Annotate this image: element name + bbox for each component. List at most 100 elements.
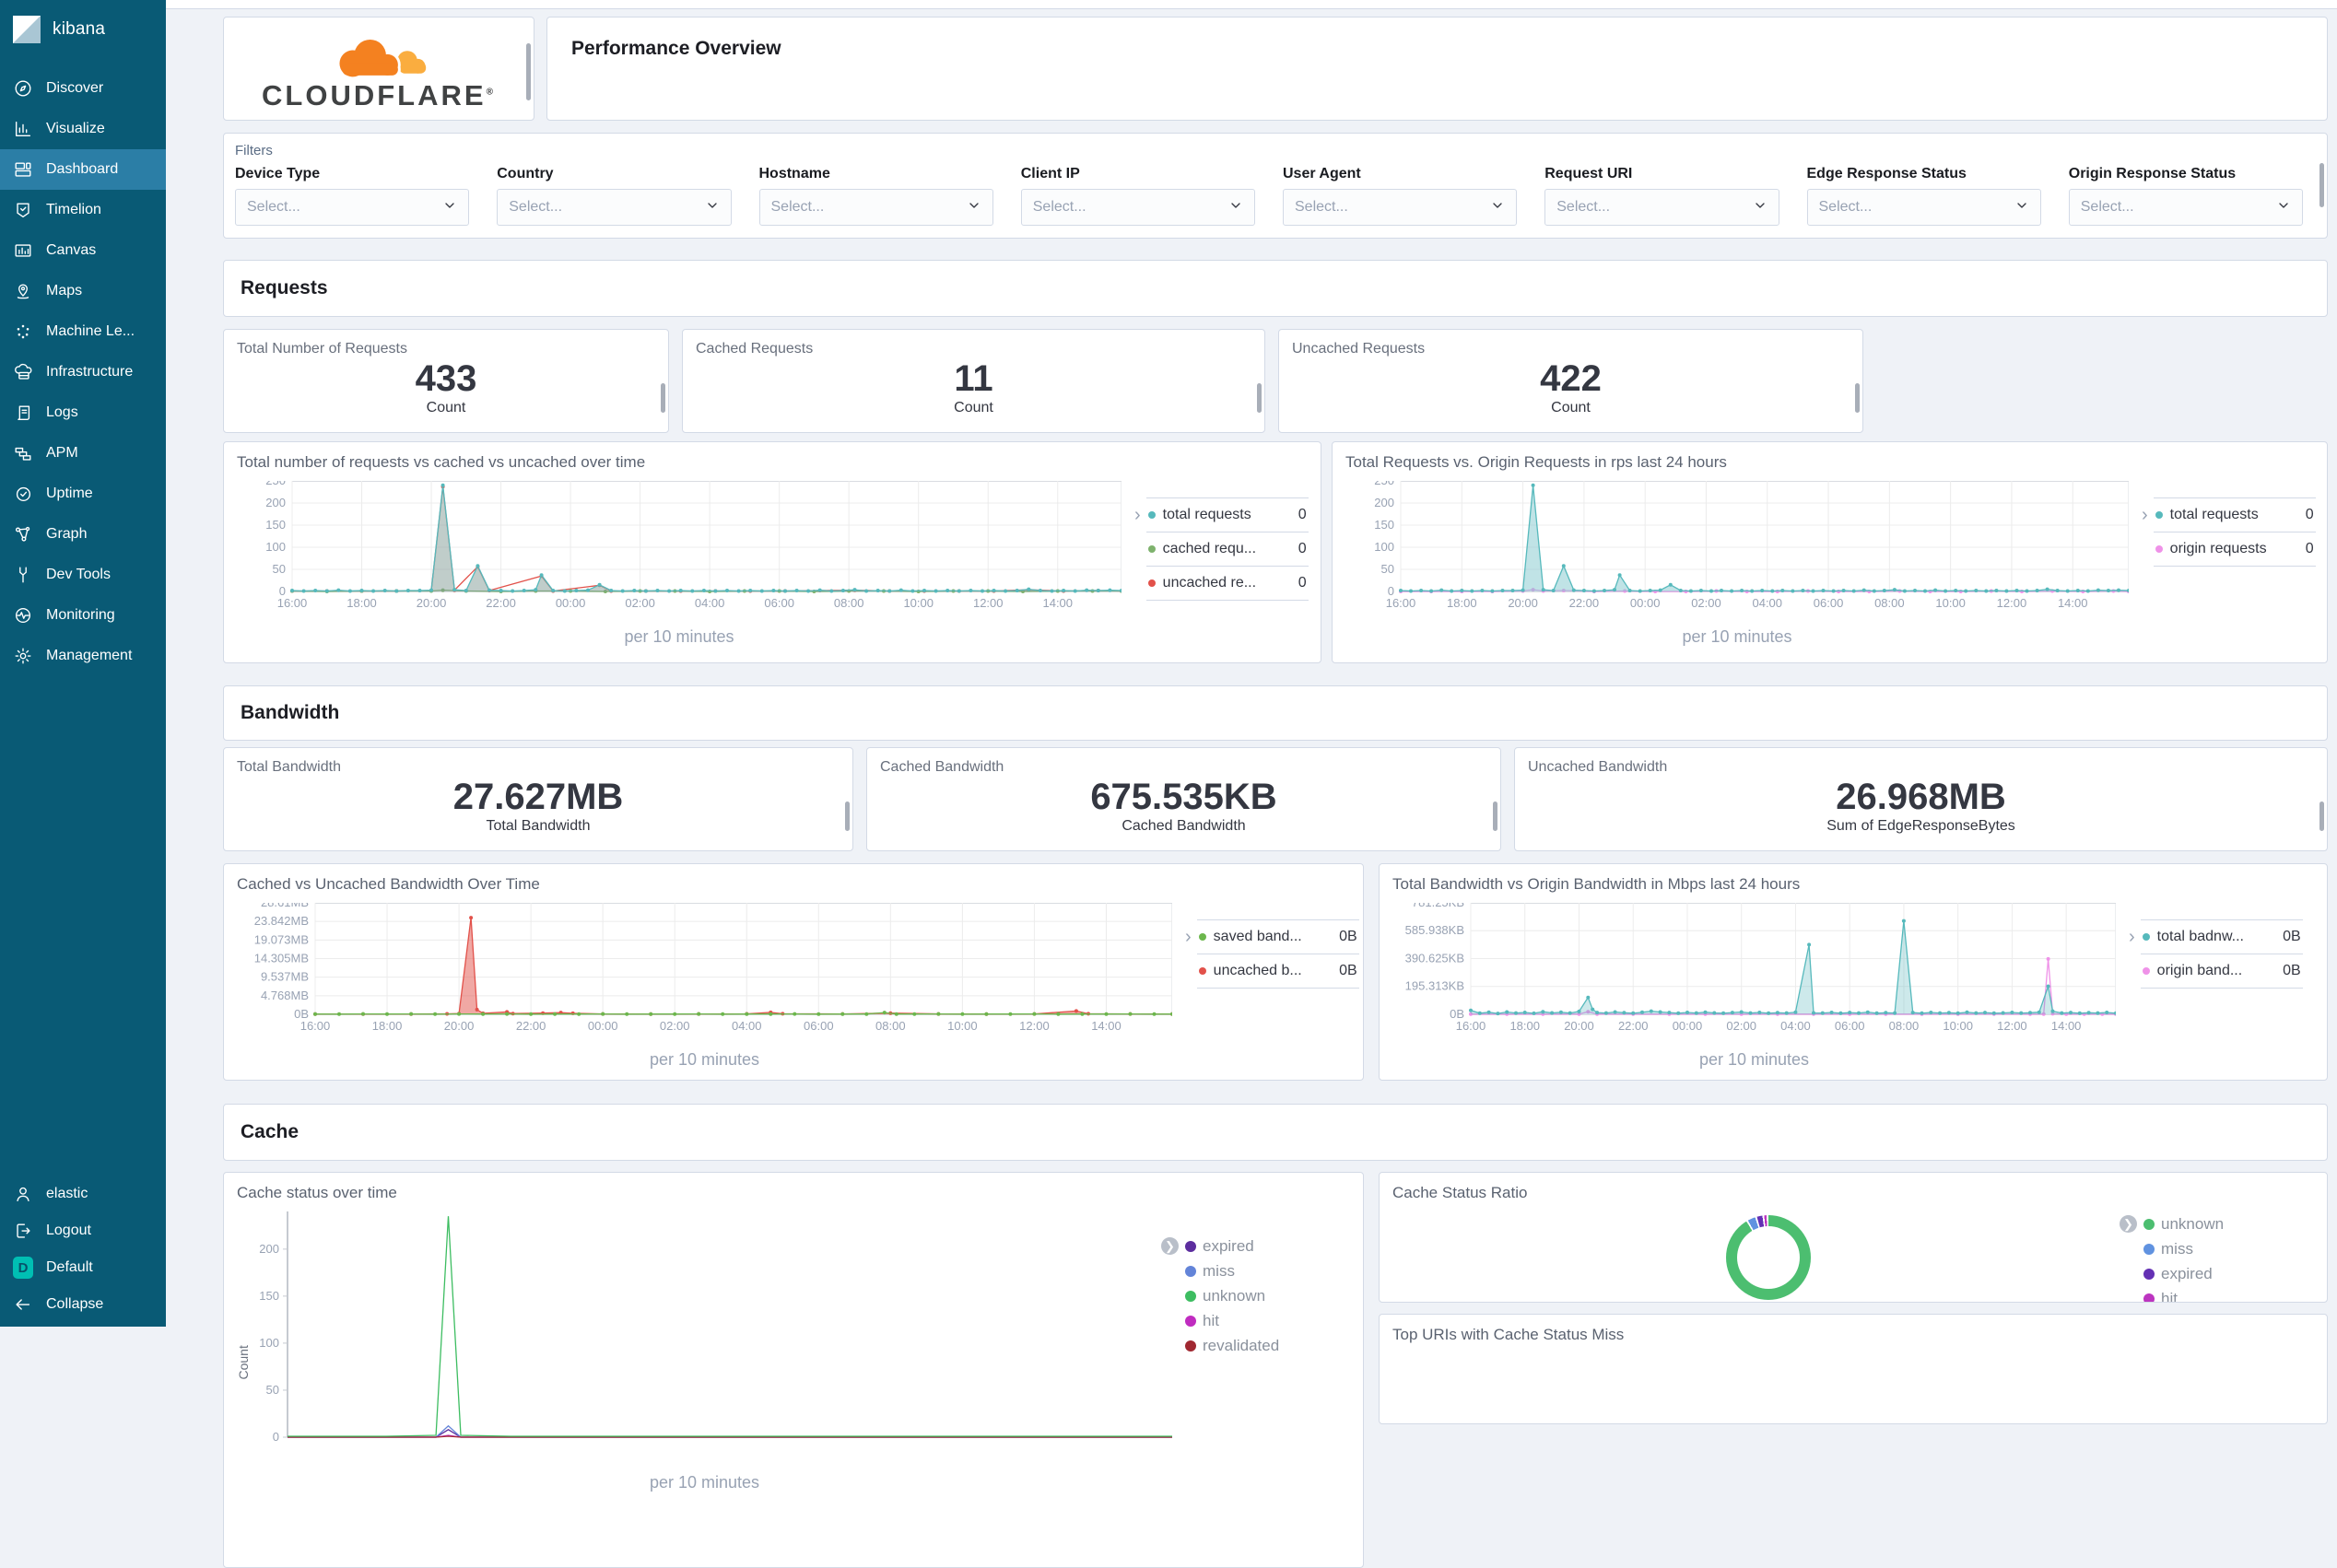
cache-status-donut[interactable]: [1726, 1215, 1811, 1300]
legend-label: miss: [2161, 1240, 2314, 1258]
svg-text:195.313KB: 195.313KB: [1405, 979, 1464, 993]
legend-dot: [2143, 1269, 2155, 1280]
svg-text:585.938KB: 585.938KB: [1405, 923, 1464, 937]
svg-text:Count: Count: [237, 1345, 251, 1379]
x-axis-label: per 10 minutes: [1345, 627, 2129, 647]
legend-item-unknown[interactable]: unknown: [2143, 1211, 2314, 1236]
metric-value: 11: [954, 359, 992, 398]
svg-text:0: 0: [273, 1430, 279, 1444]
legend-item-hit[interactable]: hit: [1185, 1308, 1356, 1333]
legend-collapse-icon[interactable]: ›: [2129, 927, 2135, 1070]
sidebar-item-logs[interactable]: Logs: [0, 392, 166, 433]
filter-request-uri: Request URISelect...: [1544, 166, 1791, 226]
metric-total-number-of-requests: Total Number of Requests433Count: [223, 329, 669, 433]
legend-item-miss[interactable]: miss: [2143, 1236, 2314, 1261]
metric-center: 433Count: [237, 354, 655, 421]
sidebar-item-apm[interactable]: APM: [0, 433, 166, 474]
legend-item-uncached-re[interactable]: uncached re...0: [1146, 566, 1309, 601]
sidebar-item-canvas[interactable]: Canvas: [0, 230, 166, 271]
filter-select-client-ip[interactable]: Select...: [1021, 189, 1255, 226]
svg-text:16:00: 16:00: [300, 1019, 331, 1033]
sidebar-footer-item-collapse[interactable]: Collapse: [0, 1286, 166, 1323]
legend-collapse-icon[interactable]: ›: [1185, 927, 1192, 1070]
filter-select-request-uri[interactable]: Select...: [1544, 189, 1779, 226]
svg-text:100: 100: [1374, 540, 1394, 554]
svg-text:22:00: 22:00: [1569, 596, 1600, 610]
legend-item-miss[interactable]: miss: [1185, 1258, 1356, 1283]
sidebar-item-graph[interactable]: Graph: [0, 514, 166, 555]
sidebar-item-dev-tools[interactable]: Dev Tools: [0, 555, 166, 595]
sidebar-item-timelion[interactable]: Timelion: [0, 190, 166, 230]
metric-value: 422: [1540, 359, 1602, 398]
panel-cache-status-over-time: Cache status over time 050100150200Count…: [223, 1172, 1364, 1568]
legend-dot: [2143, 1293, 2155, 1304]
scrollbar[interactable]: [526, 43, 531, 100]
filter-label: User Agent: [1283, 166, 1530, 182]
legend-item-saved-band[interactable]: saved band...0B: [1197, 919, 1359, 954]
svg-text:390.625KB: 390.625KB: [1405, 952, 1464, 965]
sidebar-item-visualize[interactable]: Visualize: [0, 109, 166, 149]
sidebar-footer-item-elastic[interactable]: elastic: [0, 1176, 166, 1212]
legend-item-expired[interactable]: expired: [2143, 1261, 2314, 1286]
legend-item-uncached-b[interactable]: uncached b...0B: [1197, 954, 1359, 989]
scrollbar[interactable]: [845, 802, 850, 831]
sidebar-item-monitoring[interactable]: Monitoring: [0, 595, 166, 636]
scrollbar[interactable]: [2319, 163, 2324, 207]
legend-item-expired[interactable]: expired: [1185, 1234, 1356, 1258]
scrollbar[interactable]: [1855, 383, 1860, 413]
metric-value: 675.535KB: [1090, 778, 1276, 816]
legend-item-hit[interactable]: hit: [2143, 1286, 2314, 1303]
scrollbar[interactable]: [1257, 383, 1262, 413]
svg-text:150: 150: [1374, 518, 1394, 532]
filter-select-country[interactable]: Select...: [497, 189, 731, 226]
legend-item-total-requests[interactable]: total requests0: [1146, 497, 1309, 532]
legend-item-cached-requ[interactable]: cached requ...0: [1146, 532, 1309, 566]
legend-collapse-icon[interactable]: ❯: [2120, 1215, 2137, 1233]
legend-label: unknown: [1203, 1287, 1356, 1305]
kibana-home-link[interactable]: kibana: [0, 0, 166, 59]
legend-collapse-icon[interactable]: ›: [2142, 505, 2148, 647]
chart-legend: ❯expiredmissunknownhitrevalidated: [1185, 1234, 1356, 1492]
filter-select-origin-response-status[interactable]: Select...: [2069, 189, 2303, 226]
sidebar-item-management[interactable]: Management: [0, 636, 166, 676]
filter-country: CountrySelect...: [497, 166, 744, 226]
scrollbar[interactable]: [661, 383, 665, 413]
sidebar-footer-item-logout[interactable]: Logout: [0, 1212, 166, 1249]
scrollbar[interactable]: [1493, 802, 1497, 831]
metric-unit: Count: [954, 400, 993, 416]
svg-text:781.25KB: 781.25KB: [1412, 903, 1464, 909]
svg-text:08:00: 08:00: [875, 1019, 906, 1033]
filter-select-edge-response-status[interactable]: Select...: [1807, 189, 2041, 226]
svg-text:10:00: 10:00: [903, 596, 934, 610]
legend-item-total-requests[interactable]: total requests0: [2154, 497, 2316, 532]
main-area: CLOUDFLARE® Performance Overview Filters…: [166, 0, 2337, 1327]
legend-value: 0B: [1339, 929, 1357, 945]
legend-collapse-icon[interactable]: ❯: [1161, 1237, 1179, 1255]
sidebar-item-maps[interactable]: Maps: [0, 271, 166, 311]
sidebar-item-uptime[interactable]: Uptime: [0, 474, 166, 514]
chart-title: Total Bandwidth vs Origin Bandwidth in M…: [1392, 875, 2314, 894]
legend-collapse-icon[interactable]: ›: [1134, 505, 1141, 647]
svg-text:08:00: 08:00: [1874, 596, 1905, 610]
legend-item-unknown[interactable]: unknown: [1185, 1283, 1356, 1308]
logout-icon: [13, 1221, 33, 1241]
svg-text:0B: 0B: [1450, 1007, 1464, 1021]
legend-item-origin-band[interactable]: origin band...0B: [2141, 954, 2303, 989]
sidebar-footer-item-default[interactable]: DDefault: [0, 1249, 166, 1286]
legend-item-origin-requests[interactable]: origin requests0: [2154, 532, 2316, 567]
sidebar-item-dashboard[interactable]: Dashboard: [0, 149, 166, 190]
svg-text:16:00: 16:00: [1386, 596, 1416, 610]
sidebar-item-infrastructure[interactable]: Infrastructure: [0, 352, 166, 392]
legend-item-revalidated[interactable]: revalidated: [1185, 1333, 1356, 1358]
sidebar-item-label: Discover: [46, 80, 103, 97]
legend-item-total-badnw[interactable]: total badnw...0B: [2141, 919, 2303, 954]
filter-select-user-agent[interactable]: Select...: [1283, 189, 1517, 226]
scrollbar[interactable]: [2319, 802, 2324, 831]
filter-select-device-type[interactable]: Select...: [235, 189, 469, 226]
timelion-icon: [13, 200, 33, 220]
legend-label: total requests: [2170, 507, 2298, 523]
sidebar-item-discover[interactable]: Discover: [0, 68, 166, 109]
svg-text:100: 100: [265, 540, 286, 554]
sidebar-item-machine-le[interactable]: Machine Le...: [0, 311, 166, 352]
filter-select-hostname[interactable]: Select...: [759, 189, 993, 226]
